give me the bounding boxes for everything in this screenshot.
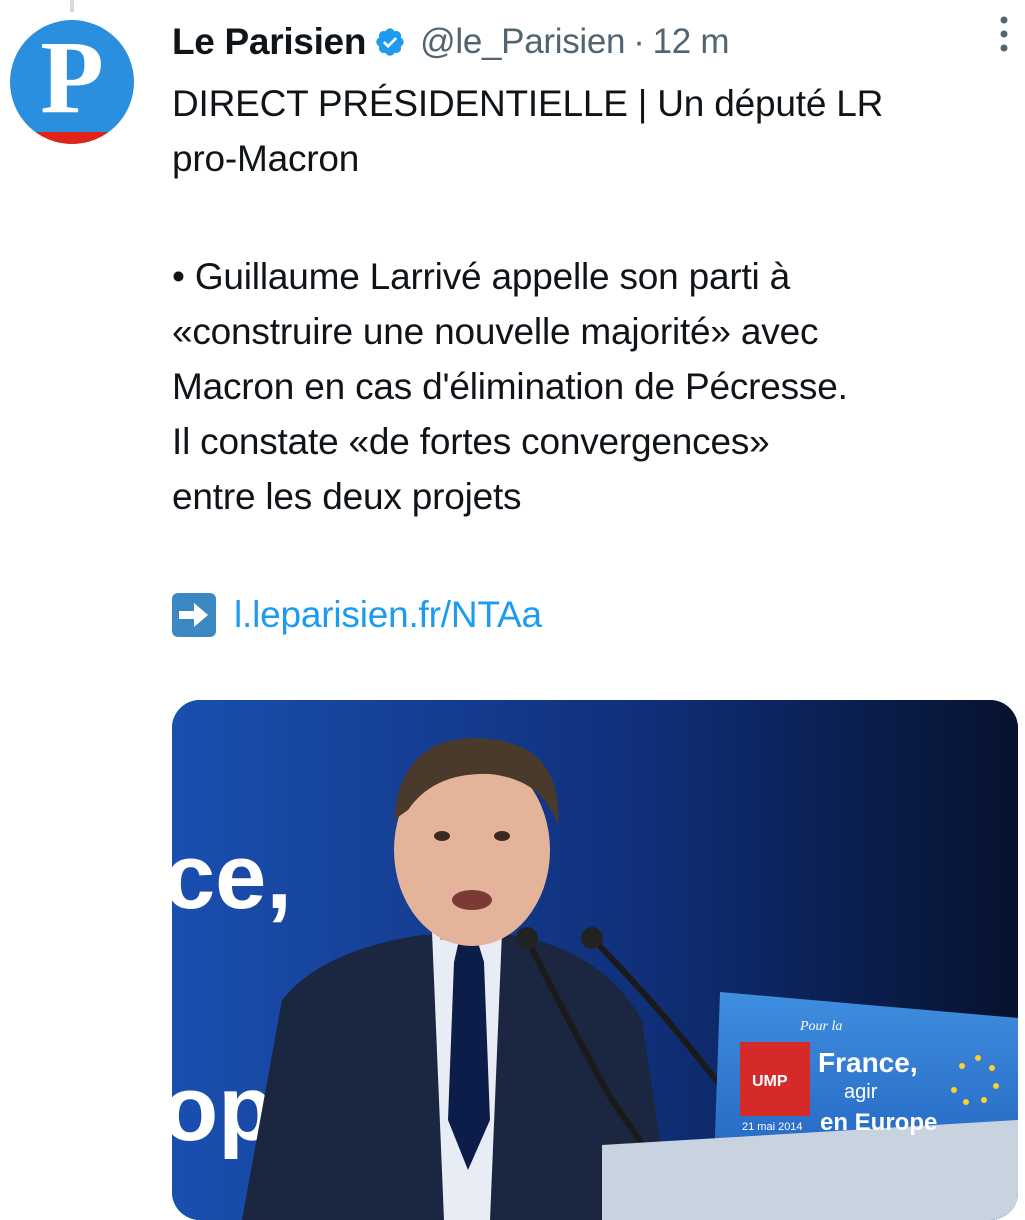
more-options-icon[interactable] [997,14,1011,54]
microphone-head [581,927,603,949]
podium-date: 21 mai 2014 [742,1121,803,1133]
tweet-content: Le Parisien @le_Parisien · 12 m DIRECT P… [172,20,1007,642]
tweet-text-line: DIRECT PRÉSIDENTIELLE | Un député LR [172,83,884,124]
author-name[interactable]: Le Parisien [172,21,366,63]
speaker-eye [494,831,510,841]
tweet-body-line: Macron en cas d'élimination de Pécresse. [172,366,848,407]
podium-line: agir [844,1081,878,1103]
podium-line: France, [818,1047,918,1078]
backdrop-text: ce, [172,826,292,928]
podium-line: en Europe [820,1109,937,1136]
article-link[interactable]: l.leparisien.fr/NTAa [234,587,542,642]
podium-line: Pour la [799,1019,842,1034]
tweet-header: Le Parisien @le_Parisien · 12 m [172,20,1007,64]
right-arrow-emoji-icon [172,592,216,637]
thread-connector-line [70,0,74,12]
tweet-body-line: entre les deux projets [172,476,522,517]
podium-party: UMP [752,1073,788,1090]
tweet-body-line: Il constate «de fortes convergences» [172,421,770,462]
tweet-body-line: «construire une nouvelle majorité» avec [172,311,819,352]
tweet-text-line: pro-Macron [172,138,360,179]
author-handle[interactable]: @le_Parisien [420,22,625,62]
tweet-text: DIRECT PRÉSIDENTIELLE | Un député LR pro… [172,76,1007,642]
avatar-stripe [28,132,116,144]
tweet-media-photo[interactable]: ce, op UMP 21 mai 2014 Pour la France, a… [172,700,1018,1220]
speaker-eye [434,831,450,841]
tweet-timestamp[interactable]: 12 m [653,22,730,62]
speaker-mouth [452,890,492,910]
microphone-head [516,927,538,949]
header-separator: · [633,22,645,61]
media-photo-scene: ce, op UMP 21 mai 2014 Pour la France, a… [172,700,1018,1220]
avatar-letter: P [40,20,104,135]
tweet-body-line: • Guillaume Larrivé appelle son parti à [172,256,791,297]
link-row: l.leparisien.fr/NTAa [172,587,1007,642]
avatar[interactable]: P [10,20,134,144]
verified-badge-icon [376,28,404,56]
